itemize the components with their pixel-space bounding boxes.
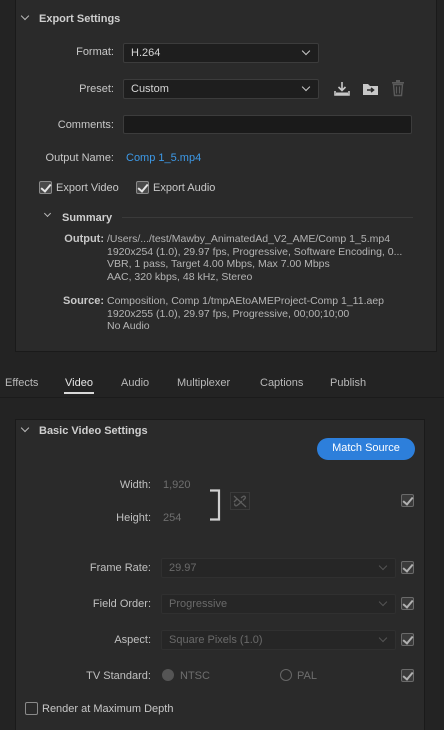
aspect-dropdown[interactable]: Square Pixels (1.0)	[161, 630, 396, 650]
format-dropdown[interactable]: H.264	[123, 43, 319, 63]
pal-radio[interactable]	[280, 669, 292, 681]
summary-line: 1920x255 (1.0), 29.97 fps, Progressive, …	[107, 307, 350, 320]
delete-preset-icon[interactable]	[390, 79, 406, 97]
pal-label: PAL	[297, 670, 317, 682]
basic-video-settings-title: Basic Video Settings	[39, 425, 148, 437]
tv-standard-label: TV Standard:	[86, 670, 151, 682]
settings-tabbar: Effects Video Audio Multiplexer Captions…	[0, 368, 444, 398]
comments-field[interactable]	[123, 115, 412, 134]
frame-rate-match-checkbox[interactable]	[401, 561, 414, 574]
export-video-label: Export Video	[56, 182, 119, 194]
field-order-match-checkbox[interactable]	[401, 597, 414, 610]
output-name-label: Output Name:	[45, 152, 114, 164]
ntsc-radio[interactable]	[162, 669, 174, 681]
tab-multiplexer[interactable]: Multiplexer	[177, 377, 230, 389]
output-summary: /Users/.../test/Mawby_AnimatedAd_V2_AME/…	[107, 233, 402, 283]
chevron-down-icon	[301, 46, 311, 56]
summary-line: AAC, 320 kbps, 48 kHz, Stereo	[107, 270, 253, 283]
field-order-dropdown[interactable]: Progressive	[161, 594, 396, 614]
dimension-link-bracket	[210, 489, 221, 521]
summary-line: No Audio	[107, 320, 150, 332]
frame-rate-label: Frame Rate:	[89, 562, 151, 574]
tab-audio[interactable]: Audio	[121, 377, 149, 389]
aspect-label: Aspect:	[114, 634, 151, 646]
width-label: Width:	[119, 479, 151, 491]
summary-line: Composition, Comp 1/tmpAEtoAMEProject-Co…	[107, 295, 385, 307]
active-tab-indicator	[64, 392, 94, 394]
comments-label: Comments:	[57, 119, 114, 131]
summary-line: 1920x254 (1.0), 29.97 fps, Progressive, …	[107, 245, 403, 258]
preset-label: Preset:	[79, 83, 114, 95]
preset-value: Custom	[131, 83, 169, 95]
field-order-value: Progressive	[169, 598, 228, 610]
render-max-depth-checkbox[interactable]	[25, 702, 38, 715]
height-label: Height:	[116, 512, 151, 524]
tab-publish[interactable]: Publish	[330, 377, 366, 389]
width-value[interactable]: 1,920	[163, 479, 191, 491]
source-key: Source:	[63, 295, 104, 307]
import-preset-icon[interactable]	[361, 80, 381, 98]
tab-captions[interactable]: Captions	[260, 377, 303, 389]
export-audio-checkbox[interactable]	[136, 181, 149, 194]
summary-divider	[122, 217, 413, 218]
output-name-link[interactable]: Comp 1_5.mp4	[126, 152, 201, 164]
chevron-down-icon	[378, 597, 388, 607]
summary-title: Summary	[62, 212, 113, 224]
frame-rate-value: 29.97	[169, 562, 197, 574]
preset-dropdown[interactable]: Custom	[123, 79, 319, 99]
tab-video[interactable]: Video	[65, 377, 93, 389]
tab-effects[interactable]: Effects	[5, 377, 38, 389]
export-audio-label: Export Audio	[153, 182, 216, 194]
output-key: Output:	[64, 233, 104, 245]
chevron-down-icon	[378, 561, 388, 571]
export-settings-title: Export Settings	[39, 13, 121, 25]
summary-line: /Users/.../test/Mawby_AnimatedAd_V2_AME/…	[107, 233, 391, 245]
render-max-depth-label: Render at Maximum Depth	[42, 703, 174, 715]
source-summary: Composition, Comp 1/tmpAEtoAMEProject-Co…	[107, 295, 384, 333]
field-order-label: Field Order:	[92, 598, 151, 610]
tv-standard-match-checkbox[interactable]	[401, 669, 414, 682]
ntsc-label: NTSC	[180, 670, 210, 682]
chevron-down-icon	[378, 633, 388, 643]
aspect-match-checkbox[interactable]	[401, 633, 414, 646]
format-label: Format:	[76, 46, 114, 58]
export-video-checkbox[interactable]	[39, 181, 52, 194]
aspect-value: Square Pixels (1.0)	[169, 634, 263, 646]
match-source-width-height-checkbox[interactable]	[401, 494, 414, 507]
match-source-button[interactable]: Match Source	[317, 438, 415, 460]
frame-rate-dropdown[interactable]: 29.97	[161, 558, 396, 578]
chevron-down-icon	[301, 82, 311, 92]
save-preset-icon[interactable]	[333, 80, 351, 98]
height-value[interactable]: 254	[163, 512, 181, 524]
format-value: H.264	[131, 47, 161, 59]
constrain-proportions-icon[interactable]	[230, 492, 250, 510]
summary-line: VBR, 1 pass, Target 4.00 Mbps, Max 7.00 …	[107, 258, 330, 270]
